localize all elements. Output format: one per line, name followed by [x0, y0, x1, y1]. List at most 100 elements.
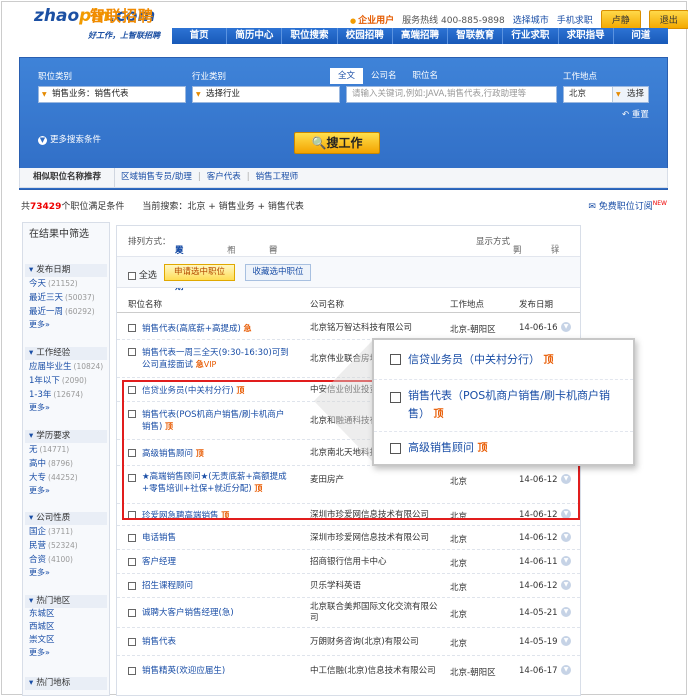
row-checkbox[interactable] [128, 582, 136, 590]
row-checkbox[interactable] [128, 609, 136, 617]
job-type-select[interactable]: 销售业务：销售代表 [38, 86, 186, 103]
logout-button[interactable]: 退出 [648, 10, 688, 29]
filter-group-header[interactable]: 热门地区 [25, 595, 107, 608]
job-title-link[interactable]: 诚聘大客户销售经理(急) [142, 608, 302, 619]
company-link[interactable]: 北京铭万智达科技有限公司 [310, 323, 445, 334]
filter-more-link[interactable]: 更多» [25, 567, 107, 579]
nav-item-education[interactable]: 智联教育 [447, 28, 502, 44]
enterprise-link[interactable]: 企业用户 [350, 13, 394, 26]
filter-item[interactable]: 西城区 [25, 621, 107, 634]
table-row[interactable]: 电话销售 深圳市珍爱网信息技术有限公司 北京 14-06-12 ▼ [117, 526, 580, 550]
filter-item[interactable]: 东城区 [25, 608, 107, 621]
zoom-row-checkbox[interactable] [390, 392, 401, 403]
row-checkbox[interactable] [128, 534, 136, 542]
job-title-link[interactable]: 销售代表(高底薪+高提成) 急 [142, 323, 292, 335]
select-city-link[interactable]: 选择城市 [513, 13, 549, 26]
zoom-job-title[interactable]: 销售代表（POS机商户销售/刷卡机商户销售） 顶 [408, 387, 628, 424]
zoom-job-title[interactable]: 高级销售顾问 顶 [408, 439, 628, 458]
nav-item-resume[interactable]: 简历中心 [226, 28, 281, 44]
keyword-input[interactable]: 请输入关键词,例如:JAVA,销售代表,行政助理等 [346, 86, 557, 103]
related-item[interactable]: 客户代表 [201, 168, 247, 187]
expand-icon[interactable]: ▼ [561, 322, 571, 332]
row-checkbox[interactable] [128, 667, 136, 675]
table-row[interactable]: 销售代表 万朗财务咨询(北京)有限公司 北京 14-05-19 ▼ [117, 628, 580, 656]
favorite-selected-button[interactable]: 收藏选中职位 [245, 264, 311, 281]
company-link[interactable]: 北京联合美邦国际文化交流有限公司 [310, 602, 445, 624]
nav-item-job-search[interactable]: 职位搜索 [281, 28, 336, 44]
mobile-link[interactable]: 手机求职 [557, 13, 593, 26]
filter-item[interactable]: 1年以下 (2090) [25, 374, 107, 388]
company-link[interactable]: 贝乐学科英语 [310, 581, 445, 592]
nav-item-home[interactable]: 首页 [172, 28, 226, 44]
expand-icon[interactable]: ▼ [561, 556, 571, 566]
filter-group-header[interactable]: 热门地标 [25, 677, 107, 690]
filter-more-link[interactable]: 更多» [25, 485, 107, 497]
table-row[interactable]: 招生课程顾问 贝乐学科英语 北京 14-06-12 ▼ [117, 574, 580, 598]
row-checkbox[interactable] [128, 558, 136, 566]
filter-item[interactable]: 大专 (44252) [25, 471, 107, 485]
expand-icon[interactable]: ▼ [561, 636, 571, 646]
filter-item[interactable]: 高中 (8796) [25, 457, 107, 471]
row-checkbox[interactable] [128, 324, 136, 332]
nav-item-wendao[interactable]: 问道 [612, 28, 668, 44]
table-row[interactable]: 诚聘大客户销售经理(急) 北京联合美邦国际文化交流有限公司 北京 14-05-2… [117, 598, 580, 628]
filter-group-header[interactable]: 学历要求 [25, 430, 107, 443]
job-title-link[interactable]: 电话销售 [142, 533, 292, 544]
filter-item[interactable]: 最近三天 (50037) [25, 291, 107, 305]
filter-item[interactable]: 应届毕业生 (10824) [25, 360, 107, 374]
expand-icon[interactable]: ▼ [561, 580, 571, 590]
nav-item-executive[interactable]: 高端招聘 [391, 28, 447, 44]
tab-fulltext[interactable]: 全文 [330, 68, 364, 84]
related-item[interactable]: 销售工程师 [250, 168, 305, 187]
select-all[interactable]: 全选 [128, 268, 157, 281]
select-all-checkbox[interactable] [128, 271, 136, 280]
filter-item[interactable]: 民营 (52324) [25, 539, 107, 553]
expand-icon[interactable]: ▼ [561, 532, 571, 542]
filter-item[interactable]: 合资 (4100) [25, 553, 107, 567]
table-row[interactable]: 客户经理 招商银行信用卡中心 北京 14-06-11 ▼ [117, 550, 580, 574]
tab-company[interactable]: 公司名 [363, 68, 405, 84]
expand-icon[interactable]: ▼ [561, 607, 571, 617]
filter-item[interactable]: 最近一周 (60292) [25, 305, 107, 319]
filter-group-header[interactable]: 公司性质 [25, 512, 107, 525]
more-conditions-toggle[interactable]: ▼ 更多搜索条件 [38, 133, 101, 145]
table-row[interactable]: 销售代表(高底薪+高提成) 急 北京铭万智达科技有限公司 北京-朝阳区 14-0… [117, 316, 580, 340]
job-title-link[interactable]: 销售代表 [142, 637, 292, 648]
reset-link[interactable]: ↶ 重置 [622, 108, 649, 120]
zoom-row-checkbox[interactable] [390, 354, 401, 365]
nav-item-campus[interactable]: 校园招聘 [336, 28, 392, 44]
apply-selected-button[interactable]: 申请选中职位 [164, 264, 235, 281]
company-link[interactable]: 招商银行信用卡中心 [310, 557, 445, 568]
job-title-link[interactable]: 招生课程顾问 [142, 581, 292, 592]
job-title-link[interactable]: 销售代表一周三全天(9:30-16:30)可到公司直接面试 急VIP [142, 348, 292, 371]
row-checkbox[interactable] [128, 638, 136, 646]
job-title-link[interactable]: 销售精英(欢迎应届生) [142, 666, 292, 677]
company-link[interactable]: 中工信融(北京)信息技术有限公司 [310, 666, 445, 677]
subscribe-link[interactable]: ✉ 免费职位订阅NEW [588, 199, 667, 212]
filter-more-link[interactable]: 更多» [25, 402, 107, 414]
filter-item[interactable]: 今天 (21152) [25, 277, 107, 291]
company-link[interactable]: 深圳市珍爱网信息技术有限公司 [310, 533, 450, 544]
filter-item[interactable]: 无 (14771) [25, 443, 107, 457]
expand-icon[interactable]: ▼ [561, 665, 571, 675]
location-field[interactable]: 北京 选择 [563, 86, 649, 103]
tab-jobname[interactable]: 职位名 [405, 68, 447, 84]
nav-item-guidance[interactable]: 求职指导 [557, 28, 613, 44]
search-button[interactable]: 🔍搜工作 [294, 132, 380, 154]
nav-item-industry[interactable]: 行业求职 [502, 28, 557, 44]
zhaopin-logo[interactable]: zhaopin.com 智联招聘 好工作，上智联招聘 [30, 6, 180, 42]
zoom-job-title[interactable]: 信贷业务员（中关村分行） 顶 [408, 351, 628, 370]
company-link[interactable]: 万朗财务咨询(北京)有限公司 [310, 637, 445, 648]
filter-more-link[interactable]: 更多» [25, 647, 107, 659]
related-item[interactable]: 区域销售专员/助理 [115, 168, 198, 187]
location-pick-button[interactable]: 选择 [612, 87, 648, 102]
user-button[interactable]: 卢静 [600, 10, 641, 29]
filter-item[interactable]: 崇文区 [25, 634, 107, 647]
filter-group-header[interactable]: 发布日期 [25, 264, 107, 277]
industry-select[interactable]: 选择行业 [192, 86, 340, 103]
filter-group-header[interactable]: 工作经验 [25, 347, 107, 360]
filter-more-link[interactable]: 更多» [25, 319, 107, 331]
filter-item[interactable]: 国企 (3711) [25, 525, 107, 539]
filter-item[interactable]: 1-3年 (12674) [25, 388, 107, 402]
job-title-link[interactable]: 客户经理 [142, 557, 292, 568]
